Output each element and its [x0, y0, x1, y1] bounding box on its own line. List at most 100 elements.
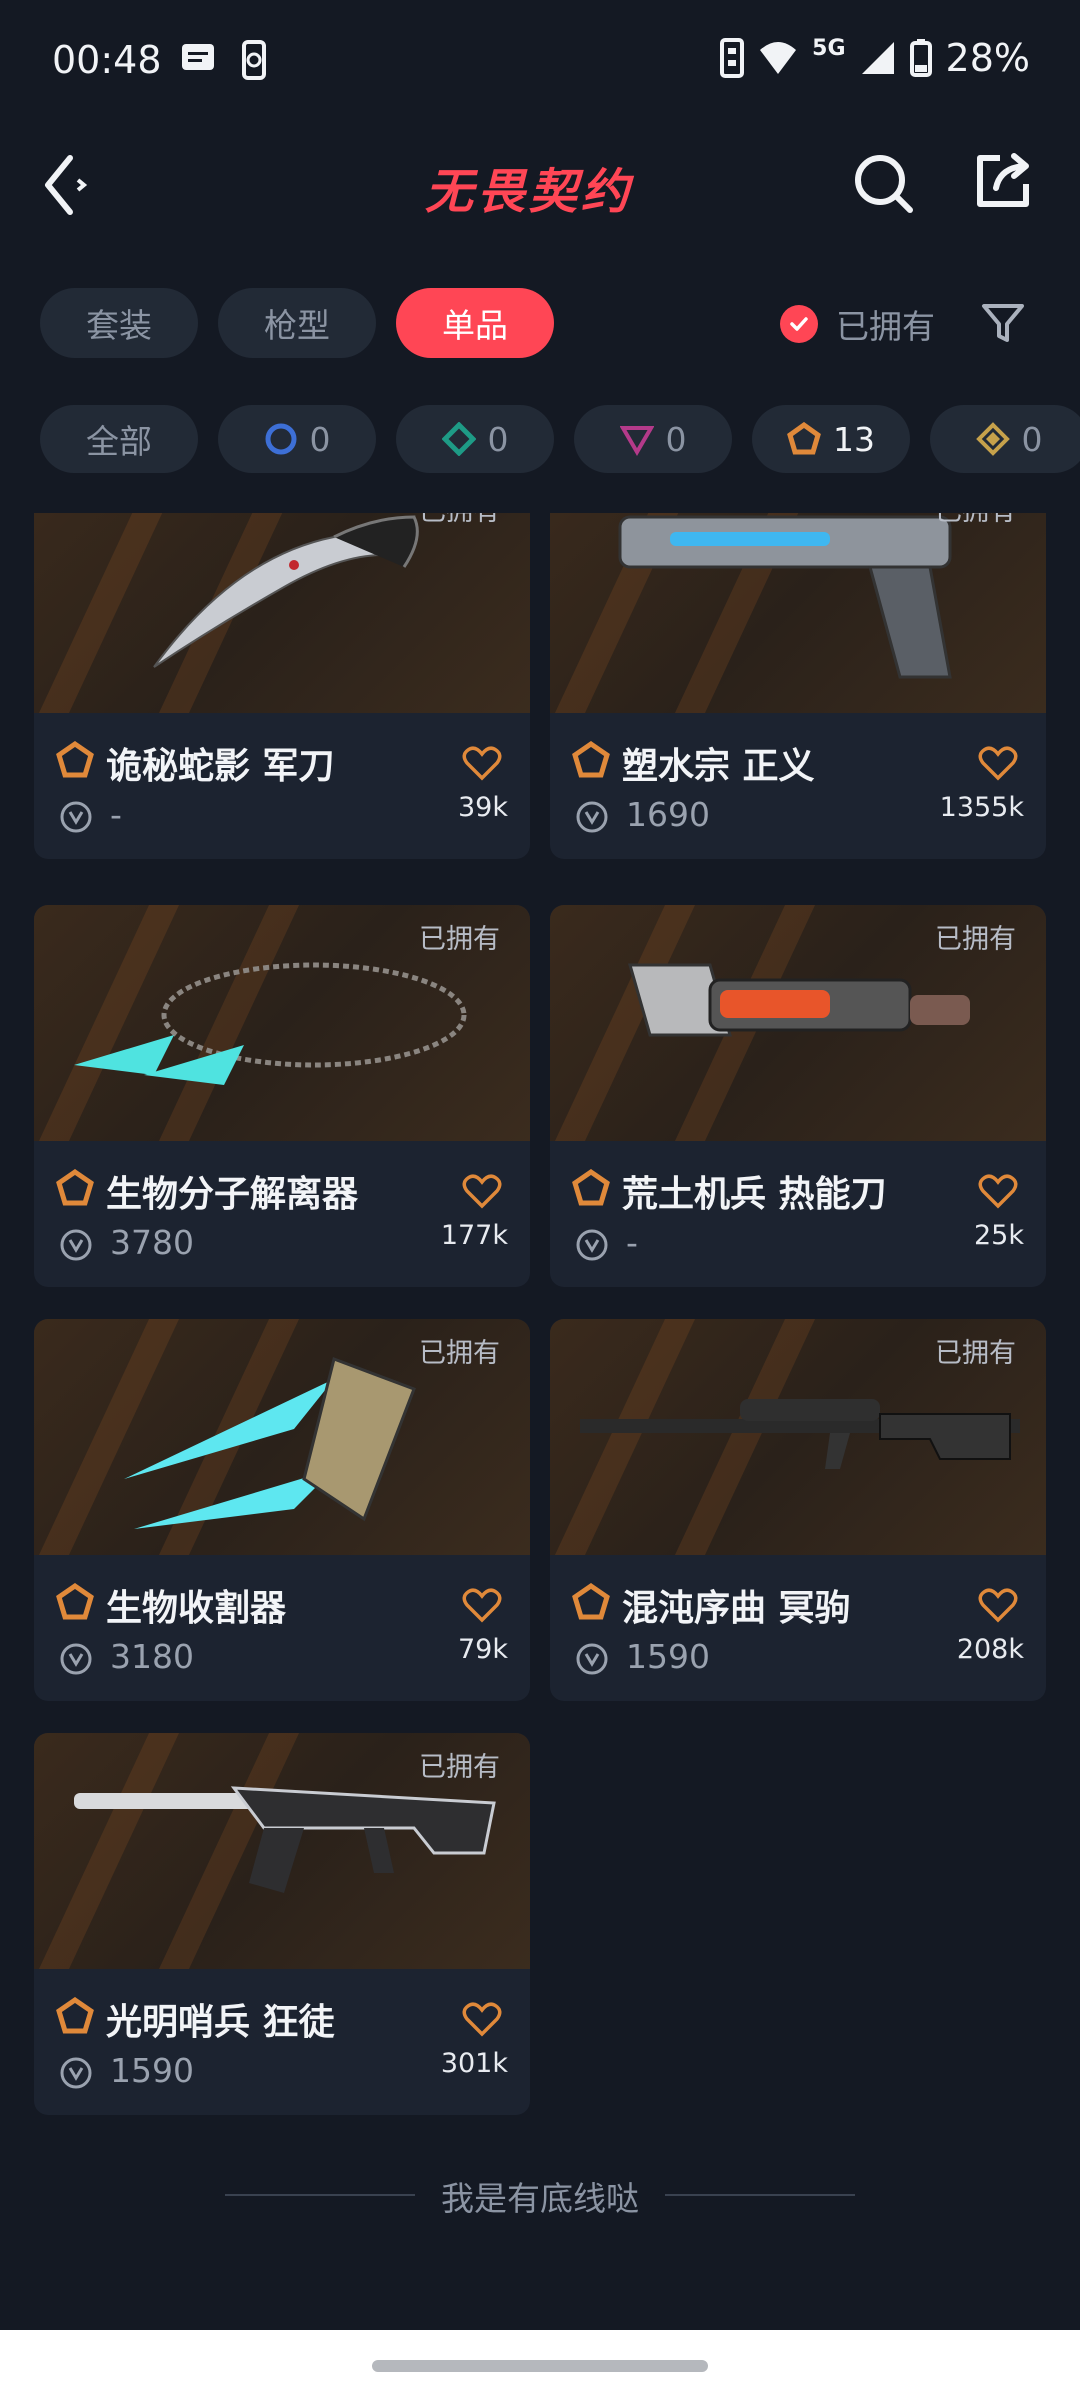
item-price: 1590 [626, 1637, 710, 1676]
wifi-icon [760, 42, 797, 74]
heart-icon[interactable] [978, 1587, 1018, 1623]
select-tier-icon [265, 423, 296, 455]
vibrate-icon [720, 38, 745, 78]
item-name: 光明哨兵 狂徒 [106, 2002, 335, 2043]
like-count: 79k [458, 1634, 508, 1665]
battery-icon [909, 39, 932, 77]
tier-chip-select[interactable]: 0 [218, 405, 376, 473]
tier-chip-label: 全部 [86, 422, 152, 461]
item-name: 混沌序曲 冥驹 [622, 1588, 851, 1629]
like-count: 177k [440, 1220, 508, 1251]
navigation-bar [0, 2330, 1080, 2400]
tier-chip-premium[interactable]: 0 [574, 405, 732, 473]
tab-single-items[interactable]: 单品 [396, 288, 554, 358]
tier-chip-ultra[interactable]: 0 [930, 405, 1080, 473]
heart-icon[interactable] [462, 1173, 502, 1209]
message-icon [182, 44, 214, 70]
item-name: 荒土机兵 热能刀 [622, 1174, 887, 1215]
back-icon[interactable] [40, 150, 100, 220]
top-bar: 无畏契约 [0, 130, 1080, 240]
like-count: 1355k [939, 792, 1024, 823]
valorant-points-icon [60, 2057, 92, 2089]
item-image [34, 513, 530, 713]
tier-chip-count: 0 [665, 419, 687, 459]
tab-sets[interactable]: 套装 [40, 288, 198, 358]
divider [225, 2194, 415, 2196]
item-price: 3180 [110, 1637, 194, 1676]
heart-icon[interactable] [978, 1173, 1018, 1209]
exclusive-tier-icon [56, 1583, 94, 1620]
battery-level: 28% [945, 36, 1030, 80]
divider [665, 2194, 855, 2196]
list-end-footer: 我是有底线哒 [0, 2172, 1080, 2220]
item-card[interactable]: 已拥有 诡秘蛇影 军刀 - 39k [34, 513, 530, 859]
owned-filter-label: 已拥有 [836, 307, 935, 346]
item-name: 诡秘蛇影 军刀 [106, 746, 335, 787]
network-type: 5G [812, 35, 846, 61]
owned-tag: 已拥有 [419, 1338, 500, 1369]
end-of-list-text: 我是有底线哒 [441, 2179, 639, 2218]
exclusive-tier-icon [56, 1169, 94, 1206]
tier-filter-row: 全部 0 0 0 13 0 [40, 405, 1080, 473]
owned-tag: 已拥有 [935, 924, 1016, 955]
heart-icon[interactable] [462, 1587, 502, 1623]
exclusive-tier-icon [56, 1997, 94, 2034]
item-card[interactable]: 已拥有 生物收割器 3180 79k [34, 1319, 530, 1701]
heart-icon[interactable] [978, 745, 1018, 781]
item-name: 塑水宗 正义 [622, 746, 815, 787]
item-card[interactable]: 已拥有 光明哨兵 狂徒 1590 301k [34, 1733, 530, 2115]
premium-tier-icon [619, 426, 654, 456]
valorant-points-icon [60, 801, 92, 833]
heart-icon[interactable] [462, 745, 502, 781]
valorant-points-icon [576, 1643, 608, 1675]
tier-chip-exclusive[interactable]: 13 [752, 405, 910, 473]
exclusive-tier-icon [56, 741, 94, 778]
valorant-points-icon [576, 1229, 608, 1261]
exclusive-tier-icon [572, 1169, 610, 1206]
karambit-image [153, 515, 419, 668]
tier-chip-count: 0 [1021, 419, 1043, 459]
item-card[interactable]: 已拥有 塑水宗 正义 1690 1355k [550, 513, 1046, 859]
exclusive-tier-icon [787, 422, 821, 455]
exclusive-tier-icon [572, 1583, 610, 1620]
owned-filter-toggle[interactable]: 已拥有 [780, 300, 935, 348]
tier-chip-all[interactable]: 全部 [40, 405, 198, 473]
owned-tag: 已拥有 [935, 1338, 1016, 1369]
tier-chip-count: 0 [309, 419, 331, 459]
tier-chip-count: 0 [487, 419, 509, 459]
owned-tag: 已拥有 [419, 1752, 500, 1783]
item-grid: 已拥有 诡秘蛇影 军刀 - 39k 已拥有 塑水宗 正义 1690 1355k [34, 513, 1046, 2123]
checked-icon [780, 305, 818, 343]
item-card[interactable]: 已拥有 荒土机兵 热能刀 - 25k [550, 905, 1046, 1287]
like-count: 39k [458, 792, 508, 823]
valorant-points-icon [60, 1643, 92, 1675]
tier-chip-deluxe[interactable]: 0 [396, 405, 554, 473]
phone-sync-icon [242, 40, 266, 80]
ultra-tier-icon [975, 422, 1010, 456]
item-card[interactable]: 已拥有 生物分子解离器 3780 177k [34, 905, 530, 1287]
tier-chip-count: 13 [833, 419, 875, 459]
exclusive-tier-icon [572, 741, 610, 778]
search-icon[interactable] [850, 150, 916, 216]
status-bar: 00:48 5G 28% [0, 0, 1080, 130]
like-count: 208k [956, 1634, 1024, 1665]
signal-icon [861, 42, 894, 74]
item-image [550, 513, 1046, 713]
like-count: 301k [440, 2048, 508, 2079]
home-indicator[interactable] [372, 2360, 708, 2372]
owned-tag: 已拥有 [419, 924, 500, 955]
tab-weapon-type[interactable]: 枪型 [218, 288, 376, 358]
heart-icon[interactable] [462, 2001, 502, 2037]
valorant-points-icon [60, 1229, 92, 1261]
item-name: 生物分子解离器 [106, 1174, 359, 1215]
item-price: - [110, 795, 122, 834]
item-price: 3780 [110, 1223, 194, 1262]
filter-icon[interactable] [980, 300, 1026, 346]
owned-tag: 已拥有 [935, 513, 1016, 528]
like-count: 25k [974, 1220, 1024, 1251]
item-card[interactable]: 已拥有 混沌序曲 冥驹 1590 208k [550, 1319, 1046, 1701]
pistol-image [618, 515, 952, 679]
owned-tag: 已拥有 [419, 513, 500, 528]
deluxe-tier-icon [441, 422, 476, 456]
share-icon[interactable] [970, 148, 1036, 214]
